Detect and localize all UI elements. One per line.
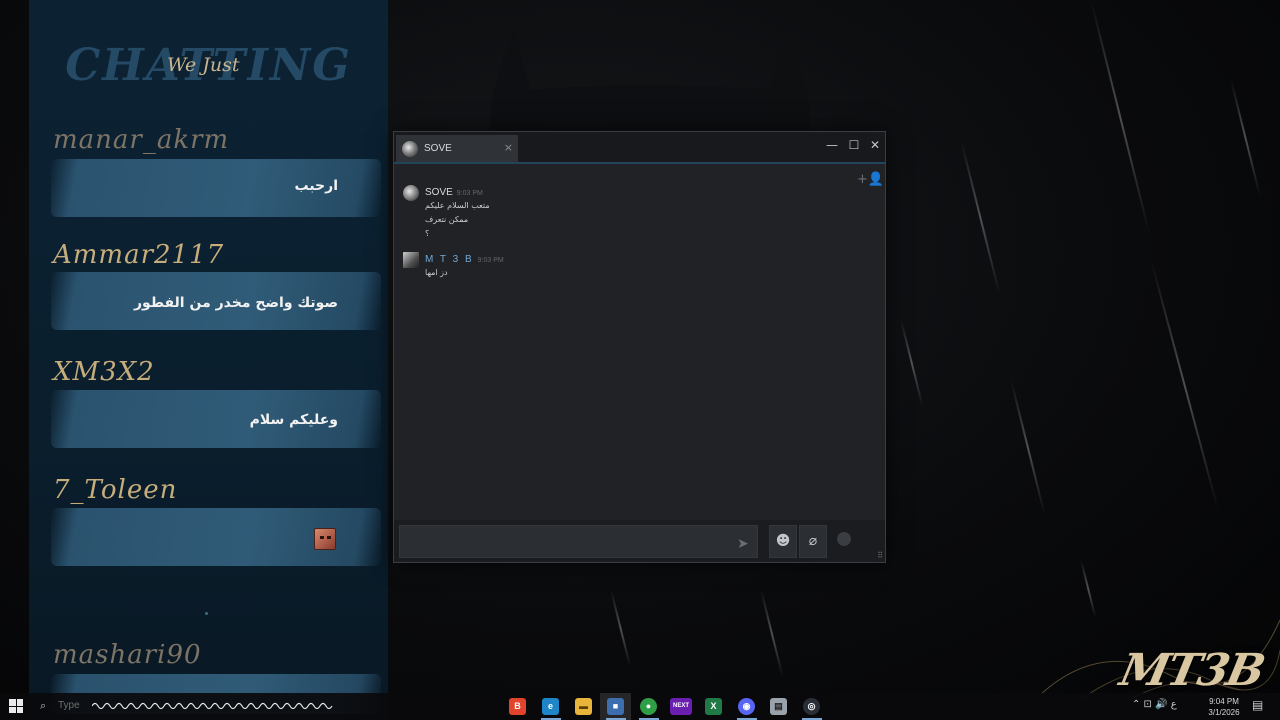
voice-icon[interactable] bbox=[837, 532, 851, 546]
clock-time: 9:04 PM bbox=[1209, 697, 1239, 706]
send-icon[interactable]: ➤ bbox=[737, 536, 749, 552]
overlay-message: صوتك واضح مخدر من الفطور bbox=[134, 295, 338, 311]
search-icon: ⌕ bbox=[40, 699, 47, 712]
rain-streak bbox=[1010, 379, 1046, 516]
message-text: دز امها bbox=[425, 268, 448, 277]
brand-logo: MT3B bbox=[1115, 645, 1268, 696]
minimize-button[interactable]: — bbox=[822, 135, 842, 155]
rain-streak bbox=[1230, 79, 1261, 197]
overlay-username: mashari90 bbox=[53, 640, 202, 670]
overlay-username: 7_Toleen bbox=[53, 475, 178, 505]
message-time: 9:03 PM bbox=[456, 190, 483, 197]
steam-icon[interactable]: ◎ bbox=[803, 698, 820, 715]
chat-titlebar[interactable]: SOVE × — ☐ ✕ bbox=[394, 132, 885, 162]
chat-tab-label: SOVE bbox=[424, 143, 452, 154]
close-button[interactable]: ✕ bbox=[865, 135, 885, 155]
avatar bbox=[403, 185, 419, 201]
chat-tab-sove[interactable]: SOVE × bbox=[396, 135, 518, 162]
resize-grip-icon[interactable]: ⠿ bbox=[877, 551, 883, 560]
maximize-button[interactable]: ☐ bbox=[844, 135, 864, 155]
overlay-username: XM3X2 bbox=[53, 357, 155, 387]
taskbar-clock[interactable]: 9:04 PM 3/1/2026 bbox=[1204, 696, 1244, 718]
excel-icon[interactable]: X bbox=[705, 698, 722, 715]
overlay-username: Ammar2117 bbox=[53, 240, 225, 270]
message-sender: M T 3 B 9:03 PM bbox=[425, 254, 504, 265]
edge-icon[interactable]: e bbox=[542, 698, 559, 715]
notepad-icon[interactable]: ▤ bbox=[770, 698, 787, 715]
brave-icon[interactable]: B bbox=[509, 698, 526, 715]
overlay-message: وعليكم سلام bbox=[249, 412, 338, 428]
attach-button[interactable]: ⌀ bbox=[799, 525, 827, 558]
overlay-title-wejust: We Just bbox=[167, 54, 240, 76]
rain-streak bbox=[1150, 259, 1220, 512]
message-sender: SOVE 9:03 PM bbox=[425, 187, 483, 198]
rain-streak bbox=[610, 589, 632, 668]
emoji-button[interactable]: ☻ bbox=[769, 525, 797, 558]
overlay-title: CHATTING We Just bbox=[29, 40, 388, 91]
next-app-icon[interactable]: NEXT bbox=[670, 698, 692, 715]
emote-image bbox=[314, 528, 336, 550]
overlay-username: manar_akrm bbox=[53, 125, 230, 155]
message-text: ممكن نتعرف bbox=[425, 215, 469, 224]
rain-streak bbox=[760, 589, 784, 678]
overlay-message: ارحبب bbox=[294, 178, 338, 194]
stream-chat-overlay: CHATTING We Just manar_akrm ارحبب Ammar2… bbox=[29, 0, 388, 720]
system-tray-icons[interactable]: ⌃ ⊡ 🔊 ع bbox=[1132, 699, 1177, 710]
message-text: متعب السلام عليكم bbox=[425, 201, 490, 210]
avatar bbox=[402, 140, 418, 157]
steam-chat-window: SOVE × — ☐ ✕ +👤 SOVE 9:03 PM متعب السلام … bbox=[393, 131, 886, 563]
notification-icon[interactable]: ▤ bbox=[1252, 698, 1263, 712]
message-input[interactable]: ➤ bbox=[399, 525, 758, 558]
add-friend-icon[interactable]: +👤 bbox=[857, 172, 884, 187]
rain-streak bbox=[1090, 0, 1151, 233]
start-button[interactable] bbox=[9, 699, 23, 713]
rain-streak bbox=[960, 139, 1001, 296]
message-time: 9:03 PM bbox=[477, 257, 504, 264]
titlebar-divider bbox=[394, 162, 885, 164]
message-composer: ➤ ☻ ⌀ ⠿ bbox=[394, 520, 885, 562]
file-explorer-icon[interactable]: ▬ bbox=[575, 698, 592, 715]
dot-decoration bbox=[205, 612, 208, 615]
message-text: ؟ bbox=[425, 229, 430, 238]
tab-close-icon[interactable]: × bbox=[504, 141, 513, 154]
steam-chat-taskbar-icon[interactable]: ■ bbox=[607, 698, 624, 715]
search-placeholder: Type bbox=[58, 700, 80, 711]
chrome-icon[interactable]: ● bbox=[640, 698, 657, 715]
taskbar: ⌕ Type B e ▬ ■ ● NEXT X ◉ ▤ ◎ ⌃ ⊡ 🔊 ع 9:… bbox=[0, 693, 1280, 720]
clock-date: 3/1/2026 bbox=[1208, 708, 1240, 717]
scribble-overlay bbox=[92, 702, 333, 710]
discord-icon[interactable]: ◉ bbox=[738, 698, 755, 715]
rain-streak bbox=[900, 319, 924, 408]
avatar bbox=[403, 252, 419, 268]
